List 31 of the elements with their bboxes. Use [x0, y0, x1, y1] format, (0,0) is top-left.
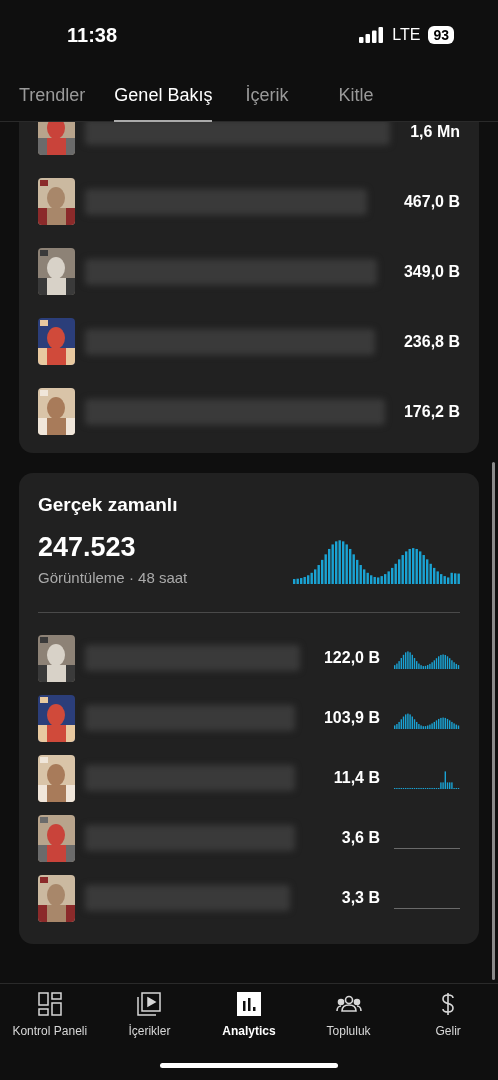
view-count: 11,4 B: [333, 768, 380, 788]
view-count: 103,9 B: [323, 708, 380, 728]
view-count: 247.523: [38, 531, 137, 563]
view-count: 467,0 B: [403, 191, 460, 212]
nav-tab[interactable]: Analytics: [199, 991, 299, 1040]
view-count: 122,0 B: [323, 648, 380, 668]
view-count: 176,2 B: [403, 401, 460, 422]
views-subtitle: Görüntüleme · 48 saat: [38, 568, 188, 588]
sparkline: [394, 908, 460, 909]
nav-tab[interactable]: Kontrol Paneli: [0, 991, 100, 1040]
dashboard-icon: [37, 991, 62, 1016]
view-count: 349,0 B: [403, 261, 460, 282]
tab[interactable]: Kitle: [338, 82, 374, 122]
nav-tab[interactable]: Gelir: [398, 991, 498, 1040]
nav-tab[interactable]: Topluluk: [298, 991, 399, 1040]
card-title: Gerçek zamanlı: [38, 493, 179, 517]
view-count: 236,8 B: [403, 331, 460, 352]
view-count: 3,6 B: [341, 828, 380, 848]
view-count: 3,3 B: [341, 888, 380, 908]
view-count: 1,6 Mn: [410, 122, 460, 142]
video-library-icon: [137, 991, 162, 1016]
dollar-icon: [440, 991, 457, 1016]
battery-level: 93: [428, 26, 454, 44]
status-time: 11:38: [67, 23, 118, 48]
signal-icon: [359, 27, 385, 43]
bar-chart-icon: [237, 991, 261, 1016]
tab[interactable]: Trendler: [19, 82, 86, 122]
nav-tab[interactable]: İçerikler: [99, 991, 200, 1040]
tab[interactable]: İçerik: [245, 82, 289, 122]
sparkline: [394, 848, 460, 849]
network-label: LTE: [392, 25, 421, 45]
